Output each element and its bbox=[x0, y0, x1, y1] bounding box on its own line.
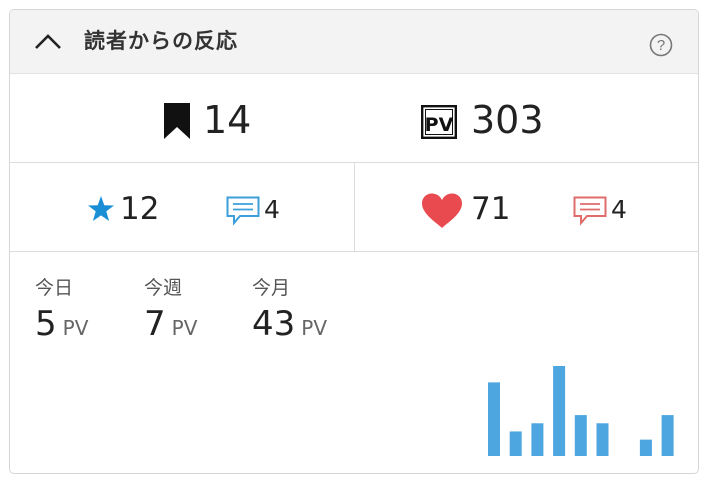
collapse-button[interactable] bbox=[32, 28, 64, 56]
stat-value: 7 bbox=[144, 304, 166, 344]
column-divider bbox=[354, 163, 355, 251]
stat-this-week: 今週 7 PV bbox=[144, 276, 197, 350]
pv-icon: PV bbox=[421, 105, 457, 139]
summary-row: 14 PV 303 bbox=[10, 74, 698, 163]
question-circle-icon: ? bbox=[649, 33, 673, 57]
stat-label: 今週 bbox=[144, 277, 183, 299]
comment-icon[interactable] bbox=[573, 196, 607, 226]
reader-reactions-panel: 読者からの反応 ? 14 PV 303 12 4 71 4 今日 5 PV 今週… bbox=[9, 9, 699, 474]
chart-bar bbox=[553, 366, 566, 456]
bookmark-count: 14 bbox=[203, 98, 252, 142]
comment-icon[interactable] bbox=[226, 196, 260, 226]
svg-text:?: ? bbox=[657, 37, 665, 54]
help-button[interactable]: ? bbox=[649, 33, 673, 57]
star-icon[interactable] bbox=[87, 195, 115, 223]
stat-unit: PV bbox=[62, 316, 89, 340]
chart-bar bbox=[574, 415, 587, 456]
chart-bar bbox=[509, 431, 522, 456]
bookmark-icon bbox=[164, 103, 190, 139]
stat-value: 5 bbox=[35, 304, 57, 344]
panel-title: 読者からの反応 bbox=[84, 29, 238, 53]
stat-value: 43 bbox=[252, 304, 296, 344]
chart-bar bbox=[639, 439, 652, 456]
pv-icon-label: PV bbox=[425, 114, 454, 136]
chart-bar bbox=[488, 382, 500, 456]
stat-today: 今日 5 PV bbox=[35, 276, 88, 350]
star-comment-count: 4 bbox=[264, 195, 280, 224]
reactions-row: 12 4 71 4 bbox=[10, 163, 698, 252]
stat-unit: PV bbox=[301, 316, 328, 340]
stat-label: 今日 bbox=[35, 277, 74, 299]
chart-bar bbox=[596, 423, 609, 456]
pageview-mini-chart bbox=[488, 366, 674, 456]
pageview-count: 303 bbox=[471, 98, 544, 142]
stat-this-month: 今月 43 PV bbox=[252, 276, 327, 350]
chart-bar bbox=[661, 415, 674, 456]
star-count: 12 bbox=[120, 191, 160, 227]
heart-count: 71 bbox=[471, 191, 511, 227]
chevron-up-icon bbox=[35, 34, 61, 49]
heart-icon[interactable] bbox=[421, 193, 463, 229]
heart-comment-count: 4 bbox=[611, 195, 627, 224]
chart-bar bbox=[531, 423, 544, 456]
stat-unit: PV bbox=[171, 316, 198, 340]
stat-label: 今月 bbox=[252, 277, 291, 299]
panel-header: 読者からの反応 ? bbox=[10, 10, 698, 74]
